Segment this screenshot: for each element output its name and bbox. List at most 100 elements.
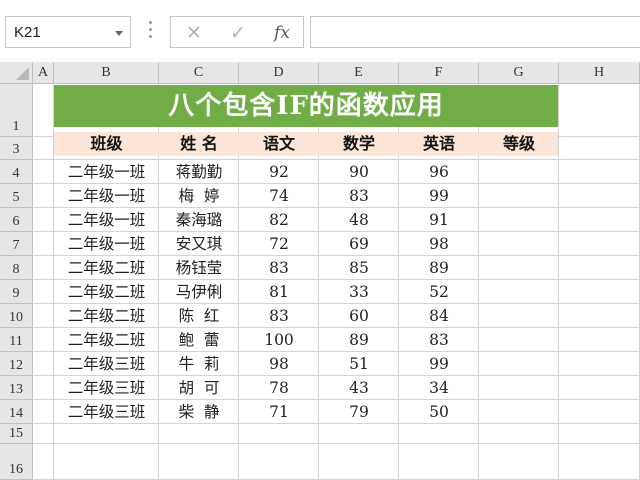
cell-grade[interactable] xyxy=(479,280,559,304)
chevron-down-icon[interactable] xyxy=(115,31,123,36)
cell-grade[interactable] xyxy=(479,232,559,256)
cell-chinese[interactable]: 83 xyxy=(239,304,319,328)
enter-icon[interactable]: ✓ xyxy=(225,21,251,45)
cell-name[interactable]: 柴 静 xyxy=(159,400,239,424)
cell-name[interactable]: 梅 婷 xyxy=(159,184,239,208)
cell-grade[interactable] xyxy=(479,328,559,352)
cell-class[interactable]: 二年级二班 xyxy=(54,328,159,352)
cell-name[interactable]: 牛 莉 xyxy=(159,352,239,376)
cell-english[interactable]: 96 xyxy=(399,160,479,184)
column-header-e[interactable]: E xyxy=(319,62,399,84)
cell-math[interactable]: 89 xyxy=(319,328,399,352)
formula-input[interactable] xyxy=(310,16,640,48)
cell-chinese[interactable]: 82 xyxy=(239,208,319,232)
cell-english[interactable]: 84 xyxy=(399,304,479,328)
cell-math[interactable]: 33 xyxy=(319,280,399,304)
row-header-13[interactable]: 13 xyxy=(0,376,33,400)
row-header-3[interactable]: 3 xyxy=(0,137,33,160)
row-header-14[interactable]: 14 xyxy=(0,400,33,424)
insert-function-icon[interactable]: fx xyxy=(269,21,295,45)
column-title[interactable]: 班级 xyxy=(54,132,159,156)
row-header-1[interactable]: 1 xyxy=(0,84,33,137)
cell-class[interactable]: 二年级一班 xyxy=(54,160,159,184)
cell-chinese[interactable]: 83 xyxy=(239,256,319,280)
cell-math[interactable]: 90 xyxy=(319,160,399,184)
cell-math[interactable]: 48 xyxy=(319,208,399,232)
cell-class[interactable]: 二年级二班 xyxy=(54,304,159,328)
row-header-7[interactable]: 7 xyxy=(0,232,33,256)
cell-name[interactable]: 杨钰莹 xyxy=(159,256,239,280)
row-header-5[interactable]: 5 xyxy=(0,184,33,208)
row-header-9[interactable]: 9 xyxy=(0,280,33,304)
column-header-d[interactable]: D xyxy=(239,62,319,84)
cell-name[interactable]: 马伊俐 xyxy=(159,280,239,304)
cell-grade[interactable] xyxy=(479,304,559,328)
cell-name[interactable]: 胡 可 xyxy=(159,376,239,400)
cell-chinese[interactable]: 92 xyxy=(239,160,319,184)
cancel-icon[interactable]: ✕ xyxy=(181,21,207,45)
cell-chinese[interactable]: 72 xyxy=(239,232,319,256)
column-title[interactable]: 数学 xyxy=(319,132,399,156)
cell-math[interactable]: 83 xyxy=(319,184,399,208)
cell-class[interactable]: 二年级一班 xyxy=(54,208,159,232)
cell-chinese[interactable]: 74 xyxy=(239,184,319,208)
row-header-15[interactable]: 15 xyxy=(0,424,33,444)
drag-handle-icon[interactable] xyxy=(149,21,153,41)
cell-english[interactable]: 98 xyxy=(399,232,479,256)
cell-english[interactable]: 99 xyxy=(399,184,479,208)
cell-class[interactable]: 二年级三班 xyxy=(54,352,159,376)
cell-class[interactable]: 二年级三班 xyxy=(54,400,159,424)
row-header-4[interactable]: 4 xyxy=(0,160,33,184)
row-header-8[interactable]: 8 xyxy=(0,256,33,280)
cell-grade[interactable] xyxy=(479,376,559,400)
cell-chinese[interactable]: 78 xyxy=(239,376,319,400)
column-title[interactable]: 英语 xyxy=(399,132,479,156)
cell-math[interactable]: 60 xyxy=(319,304,399,328)
column-header-c[interactable]: C xyxy=(159,62,239,84)
cell-math[interactable]: 79 xyxy=(319,400,399,424)
column-title[interactable]: 姓 名 xyxy=(159,132,239,156)
cell-name[interactable]: 蒋勤勤 xyxy=(159,160,239,184)
name-box[interactable]: K21 xyxy=(5,16,131,48)
cell-name[interactable]: 鲍 蕾 xyxy=(159,328,239,352)
cell-grade[interactable] xyxy=(479,160,559,184)
cell-math[interactable]: 85 xyxy=(319,256,399,280)
cell-name[interactable]: 秦海璐 xyxy=(159,208,239,232)
cell-grade[interactable] xyxy=(479,400,559,424)
row-header-6[interactable]: 6 xyxy=(0,208,33,232)
column-header-h[interactable]: H xyxy=(559,62,640,84)
cell-chinese[interactable]: 71 xyxy=(239,400,319,424)
select-all-button[interactable] xyxy=(0,62,33,84)
cell-chinese[interactable]: 100 xyxy=(239,328,319,352)
cell-grade[interactable] xyxy=(479,184,559,208)
cell-class[interactable]: 二年级二班 xyxy=(54,280,159,304)
cell-english[interactable]: 52 xyxy=(399,280,479,304)
column-header-g[interactable]: G xyxy=(479,62,559,84)
column-header-a[interactable]: A xyxy=(33,62,54,84)
column-title[interactable]: 等级 xyxy=(479,132,559,156)
cell-grade[interactable] xyxy=(479,208,559,232)
cell-english[interactable]: 89 xyxy=(399,256,479,280)
cell-english[interactable]: 50 xyxy=(399,400,479,424)
cell-math[interactable]: 69 xyxy=(319,232,399,256)
cell-grade[interactable] xyxy=(479,256,559,280)
cell-math[interactable]: 51 xyxy=(319,352,399,376)
cell-math[interactable]: 43 xyxy=(319,376,399,400)
row-header-11[interactable]: 11 xyxy=(0,328,33,352)
row-header-12[interactable]: 12 xyxy=(0,352,33,376)
column-header-b[interactable]: B xyxy=(54,62,159,84)
cell-chinese[interactable]: 81 xyxy=(239,280,319,304)
cell-english[interactable]: 91 xyxy=(399,208,479,232)
cell-english[interactable]: 83 xyxy=(399,328,479,352)
cell-class[interactable]: 二年级一班 xyxy=(54,184,159,208)
cell-class[interactable]: 二年级三班 xyxy=(54,376,159,400)
cell-chinese[interactable]: 98 xyxy=(239,352,319,376)
cell-english[interactable]: 99 xyxy=(399,352,479,376)
cell-grade[interactable] xyxy=(479,352,559,376)
cell-class[interactable]: 二年级一班 xyxy=(54,232,159,256)
cell-name[interactable]: 陈 红 xyxy=(159,304,239,328)
cell-name[interactable]: 安又琪 xyxy=(159,232,239,256)
cell-english[interactable]: 34 xyxy=(399,376,479,400)
cell-class[interactable]: 二年级二班 xyxy=(54,256,159,280)
row-header-16[interactable]: 16 xyxy=(0,444,33,480)
